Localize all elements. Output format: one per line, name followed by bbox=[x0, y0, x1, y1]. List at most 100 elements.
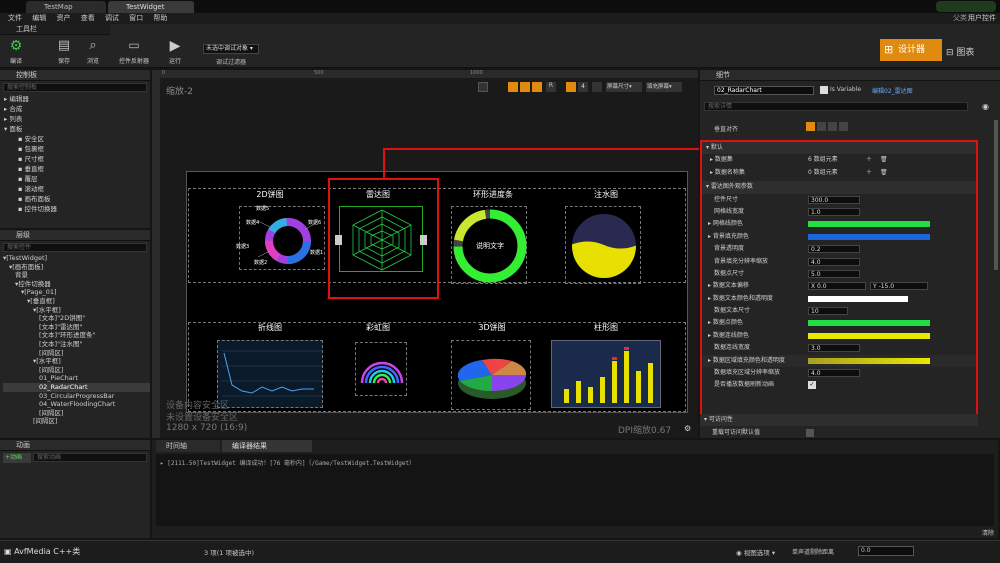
align-center-icon[interactable] bbox=[817, 122, 826, 131]
line-chart-widget[interactable] bbox=[217, 340, 323, 408]
snap-icon[interactable] bbox=[520, 82, 530, 92]
bg-fill-color-swatch[interactable] bbox=[808, 233, 930, 240]
eye-icon[interactable]: ◉ bbox=[982, 102, 989, 111]
parent-class-value[interactable]: 用户控件 bbox=[968, 13, 996, 24]
is-variable-checkbox[interactable] bbox=[820, 86, 828, 94]
menu-debug[interactable]: 调试 bbox=[105, 13, 119, 24]
bar-chart-widget[interactable] bbox=[551, 340, 661, 408]
pie3d-chart-widget[interactable] bbox=[451, 340, 531, 410]
bg-res-scale-input[interactable]: 4.0 bbox=[808, 257, 860, 266]
details-scrollbar[interactable] bbox=[994, 120, 998, 270]
palette-item[interactable]: ▪ 安全区 bbox=[4, 134, 150, 144]
palette-item[interactable]: ▪ 包裹框 bbox=[4, 144, 150, 154]
section-default[interactable]: ▾ 默认 bbox=[702, 142, 976, 155]
tree-item[interactable]: 背景 bbox=[3, 271, 150, 280]
grid-icon[interactable] bbox=[532, 82, 542, 92]
palette-category[interactable]: ▸ 列表 bbox=[4, 114, 150, 124]
menu-asset[interactable]: 资产 bbox=[56, 13, 70, 24]
save-button[interactable]: ▤ 保存 bbox=[54, 38, 74, 65]
layout-icon[interactable] bbox=[592, 82, 602, 92]
tree-item-selected[interactable]: 02_RadarChart bbox=[3, 382, 150, 392]
animation-search-input[interactable]: 搜索动画 bbox=[33, 453, 147, 462]
align-bottom-icon[interactable] bbox=[828, 122, 837, 131]
hierarchy-search-input[interactable]: 搜索控件 bbox=[3, 243, 147, 252]
palette-category[interactable]: ▸ 编辑器 bbox=[4, 94, 150, 104]
tab-timeline[interactable]: 时间轴 bbox=[156, 440, 220, 452]
widget-size-input[interactable]: 300.0 bbox=[808, 195, 860, 204]
offset-y-input[interactable]: Y -15.0 bbox=[870, 282, 928, 291]
palette-search-input[interactable]: 搜索控制板 bbox=[3, 83, 147, 92]
bg-opacity-input[interactable]: 0.2 bbox=[808, 245, 860, 254]
menu-window[interactable]: 窗口 bbox=[129, 13, 143, 24]
water-chart-widget[interactable] bbox=[565, 206, 641, 284]
palette-category[interactable]: ▸ 合成 bbox=[4, 104, 150, 114]
palette-item[interactable]: ▪ 滚动框 bbox=[4, 184, 150, 194]
tree-item[interactable]: [间隔区] bbox=[3, 417, 150, 426]
tree-item[interactable]: 01_PieChart bbox=[3, 374, 150, 383]
add-icon[interactable]: ＋ bbox=[866, 167, 872, 179]
line-color-swatch[interactable] bbox=[808, 332, 930, 339]
tree-item[interactable]: ▾控件切换器 bbox=[3, 280, 150, 289]
tree-item[interactable]: [间隔区] bbox=[3, 349, 150, 358]
browse-button[interactable]: ⌕ 浏览 bbox=[82, 38, 104, 65]
palette-item[interactable]: ▪ 控件切换器 bbox=[4, 204, 150, 214]
tree-item[interactable]: [文本]"注水图" bbox=[3, 340, 150, 349]
tree-item[interactable]: 04_WaterFloodingChart bbox=[3, 400, 150, 409]
tree-item[interactable]: ▾[画布面板] bbox=[3, 263, 150, 272]
menu-help[interactable]: 帮助 bbox=[153, 13, 167, 24]
tree-item[interactable]: [文本]"2D饼图" bbox=[3, 314, 150, 323]
refresh-anim-checkbox[interactable]: ✓ bbox=[808, 381, 816, 390]
tree-item[interactable]: ▾[垂直框] bbox=[3, 297, 150, 306]
align-fill-icon[interactable] bbox=[839, 122, 848, 131]
area-res-scale-input[interactable]: 4.0 bbox=[808, 369, 860, 378]
tab-testmap[interactable]: TestMap bbox=[26, 1, 106, 13]
palette-item[interactable]: ▪ 垂直框 bbox=[4, 164, 150, 174]
tab-testwidget[interactable]: TestWidget bbox=[108, 1, 194, 13]
fill-screen-select[interactable]: 填充屏幕▾ bbox=[646, 82, 682, 92]
point-size-input[interactable]: 5.0 bbox=[808, 269, 860, 278]
progress-widget[interactable]: 说明文字 bbox=[451, 206, 527, 284]
grid-color-swatch[interactable] bbox=[808, 221, 930, 228]
rainbow-chart-widget[interactable] bbox=[355, 342, 407, 396]
align-top-icon[interactable] bbox=[806, 122, 815, 131]
trash-icon[interactable]: 🗑 bbox=[880, 154, 888, 166]
access-override-checkbox[interactable] bbox=[806, 429, 814, 437]
menu-view[interactable]: 查看 bbox=[81, 13, 95, 24]
globe-icon[interactable] bbox=[478, 82, 488, 92]
section-appearance[interactable]: ▾ 雷达图外观参数 bbox=[702, 181, 976, 194]
mono-cull-input[interactable]: 0.0 bbox=[858, 546, 914, 556]
clear-button[interactable]: 清除 bbox=[982, 528, 994, 537]
tab-compiler-results[interactable]: 编译器结果 bbox=[222, 440, 312, 452]
palette-item[interactable]: ▪ 覆层 bbox=[4, 174, 150, 184]
designer-button[interactable]: ⊞ 设计器 bbox=[880, 39, 942, 61]
pie-chart-widget[interactable]: 数据4 数据5 数据6 数据3 数据1 数据2 bbox=[236, 206, 325, 270]
debug-object-select[interactable]: 未选中调试对象 ▾ bbox=[203, 44, 259, 54]
source-control-button[interactable] bbox=[936, 1, 996, 12]
graph-button[interactable]: ⊟ 图表 bbox=[946, 45, 974, 58]
text-color-swatch[interactable] bbox=[808, 295, 908, 302]
tree-item[interactable]: ▾[Page_01] bbox=[3, 288, 150, 297]
screen-size-select[interactable]: 屏幕尺寸▾ bbox=[606, 82, 642, 92]
palette-item[interactable]: ▪ 尺寸框 bbox=[4, 154, 150, 164]
compile-button[interactable]: ⚙ 编译 bbox=[4, 38, 28, 65]
text-size-input[interactable]: 10 bbox=[808, 307, 848, 316]
add-icon[interactable]: ＋ bbox=[866, 154, 872, 166]
tree-item[interactable]: [间隔区] bbox=[3, 366, 150, 375]
tree-item[interactable]: [间隔区] bbox=[3, 409, 150, 418]
widget-name-input[interactable]: 02_RadarChart bbox=[714, 86, 814, 95]
tree-item[interactable]: ▾[TestWidget] bbox=[3, 254, 150, 263]
gear-icon[interactable]: ⚙ bbox=[684, 424, 691, 433]
lock-icon[interactable] bbox=[508, 82, 518, 92]
menu-edit[interactable]: 编辑 bbox=[32, 13, 46, 24]
tree-item[interactable]: ▾[水平框] bbox=[3, 357, 150, 366]
reset-icon[interactable]: R bbox=[546, 82, 556, 92]
point-color-swatch[interactable] bbox=[808, 320, 930, 327]
tree-item[interactable]: [文本]"环形进度条" bbox=[3, 331, 150, 340]
tree-item[interactable]: ▾[水平框] bbox=[3, 306, 150, 315]
offset-x-input[interactable]: X 0.0 bbox=[808, 282, 866, 291]
menu-file[interactable]: 文件 bbox=[8, 13, 22, 24]
grid-snap-toggle[interactable] bbox=[566, 82, 576, 92]
details-search-input[interactable]: 搜索详情 bbox=[704, 102, 968, 111]
tree-item[interactable]: 03_CircularProgressBar bbox=[3, 392, 150, 401]
media-class-item[interactable]: ▣ AvfMedia C++类 bbox=[4, 546, 80, 557]
